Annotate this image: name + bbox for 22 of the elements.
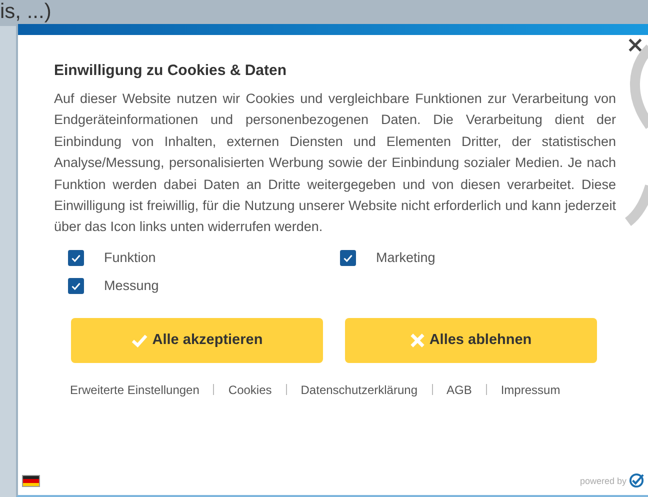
- option-label: Funktion: [104, 250, 156, 266]
- dialog-title: Einwilligung zu Cookies & Daten: [54, 62, 288, 79]
- page-text: is, ...): [0, 0, 52, 24]
- checkbox[interactable]: [68, 278, 84, 294]
- german-flag-icon[interactable]: [22, 475, 40, 487]
- powered-by-text: powered by: [580, 476, 627, 486]
- checkmark-icon: [131, 332, 148, 348]
- footer-link[interactable]: AGB: [446, 382, 472, 397]
- consent-text: Auf dieser Website nutzen wir Cookies und vergleichbare Funktionen zur Verarbeitung von Endgeräteinformationen und personenbezogenen Daten. Die Verarbeitung dient der Einbindung von Inhalten, externen Diensten und Elementen Dritter, der statistischen Analyse/Messung, personalisierten Werbung sowie der Einbindung sozialer Medien. Je nach Funktion werden dabei Daten an Dritte weitergegeben und von diesen verarbeitet. Diese Einwilligung ist freiwillig, für die Nutzung unserer Website nicht erforderlich und kann jederzeit über das Icon links unten widerrufen werden.: [54, 90, 616, 236]
- option-label: Marketing: [376, 250, 436, 266]
- accept-all-button[interactable]: Alle akzeptieren: [71, 318, 323, 363]
- footer-link[interactable]: Cookies: [228, 382, 272, 397]
- footer-link[interactable]: Impressum: [500, 382, 560, 397]
- checkmark-logo-icon: [628, 473, 644, 488]
- footer-link[interactable]: Datenschutzerklärung: [300, 382, 418, 397]
- checkbox[interactable]: [68, 250, 84, 266]
- close-button[interactable]: ×: [626, 36, 644, 56]
- reject-all-button[interactable]: Alles ablehnen: [345, 318, 597, 363]
- option-label: Messung: [104, 278, 159, 294]
- footer-link[interactable]: Erweiterte Einstellungen: [70, 382, 200, 397]
- checkbox[interactable]: [340, 250, 356, 266]
- close-icon: [410, 332, 426, 348]
